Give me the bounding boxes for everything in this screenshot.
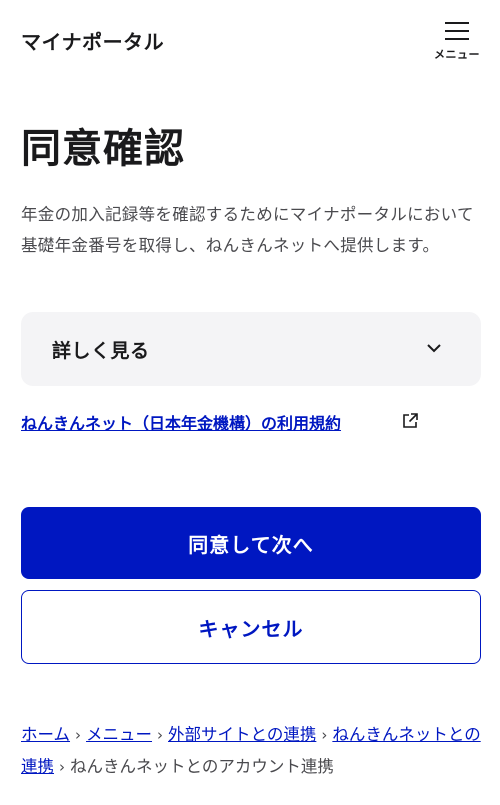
breadcrumb-separator: › — [59, 758, 65, 776]
chevron-down-icon — [427, 344, 441, 353]
cancel-button[interactable]: キャンセル — [21, 590, 481, 664]
breadcrumb-menu[interactable]: メニュー — [86, 725, 152, 744]
breadcrumb-current: ねんきんネットとのアカウント連携 — [70, 757, 334, 776]
menu-button[interactable]: メニュー — [428, 20, 486, 66]
breadcrumb-separator: › — [75, 726, 82, 744]
terms-of-use-link[interactable]: ねんきんネット（日本年金機構）の利用規約 — [21, 410, 341, 434]
consent-description: 年金の加入記録等を確認するためにマイナポータルにおいて基礎年金番号を取得し、ねん… — [21, 205, 474, 255]
hamburger-icon — [445, 22, 469, 40]
agree-next-button[interactable]: 同意して次へ — [21, 507, 481, 579]
page-title: 同意確認 — [21, 126, 185, 172]
external-link-icon — [403, 413, 418, 428]
breadcrumb-external-sites[interactable]: 外部サイトとの連携 — [168, 725, 316, 744]
breadcrumb-separator: › — [321, 726, 328, 744]
header: マイナポータル メニュー — [0, 0, 500, 80]
details-label: 詳しく見る — [52, 340, 150, 362]
menu-label: メニュー — [434, 48, 480, 61]
details-accordion[interactable]: 詳しく見る — [21, 312, 481, 386]
breadcrumb-separator: › — [157, 726, 164, 744]
site-title[interactable]: マイナポータル — [21, 26, 164, 55]
breadcrumb: ホーム › メニュー › 外部サイトとの連携 › ねんきんネットとの連携 › ねんきんネットとの… — [21, 719, 483, 783]
breadcrumb-home[interactable]: ホーム — [21, 725, 70, 744]
